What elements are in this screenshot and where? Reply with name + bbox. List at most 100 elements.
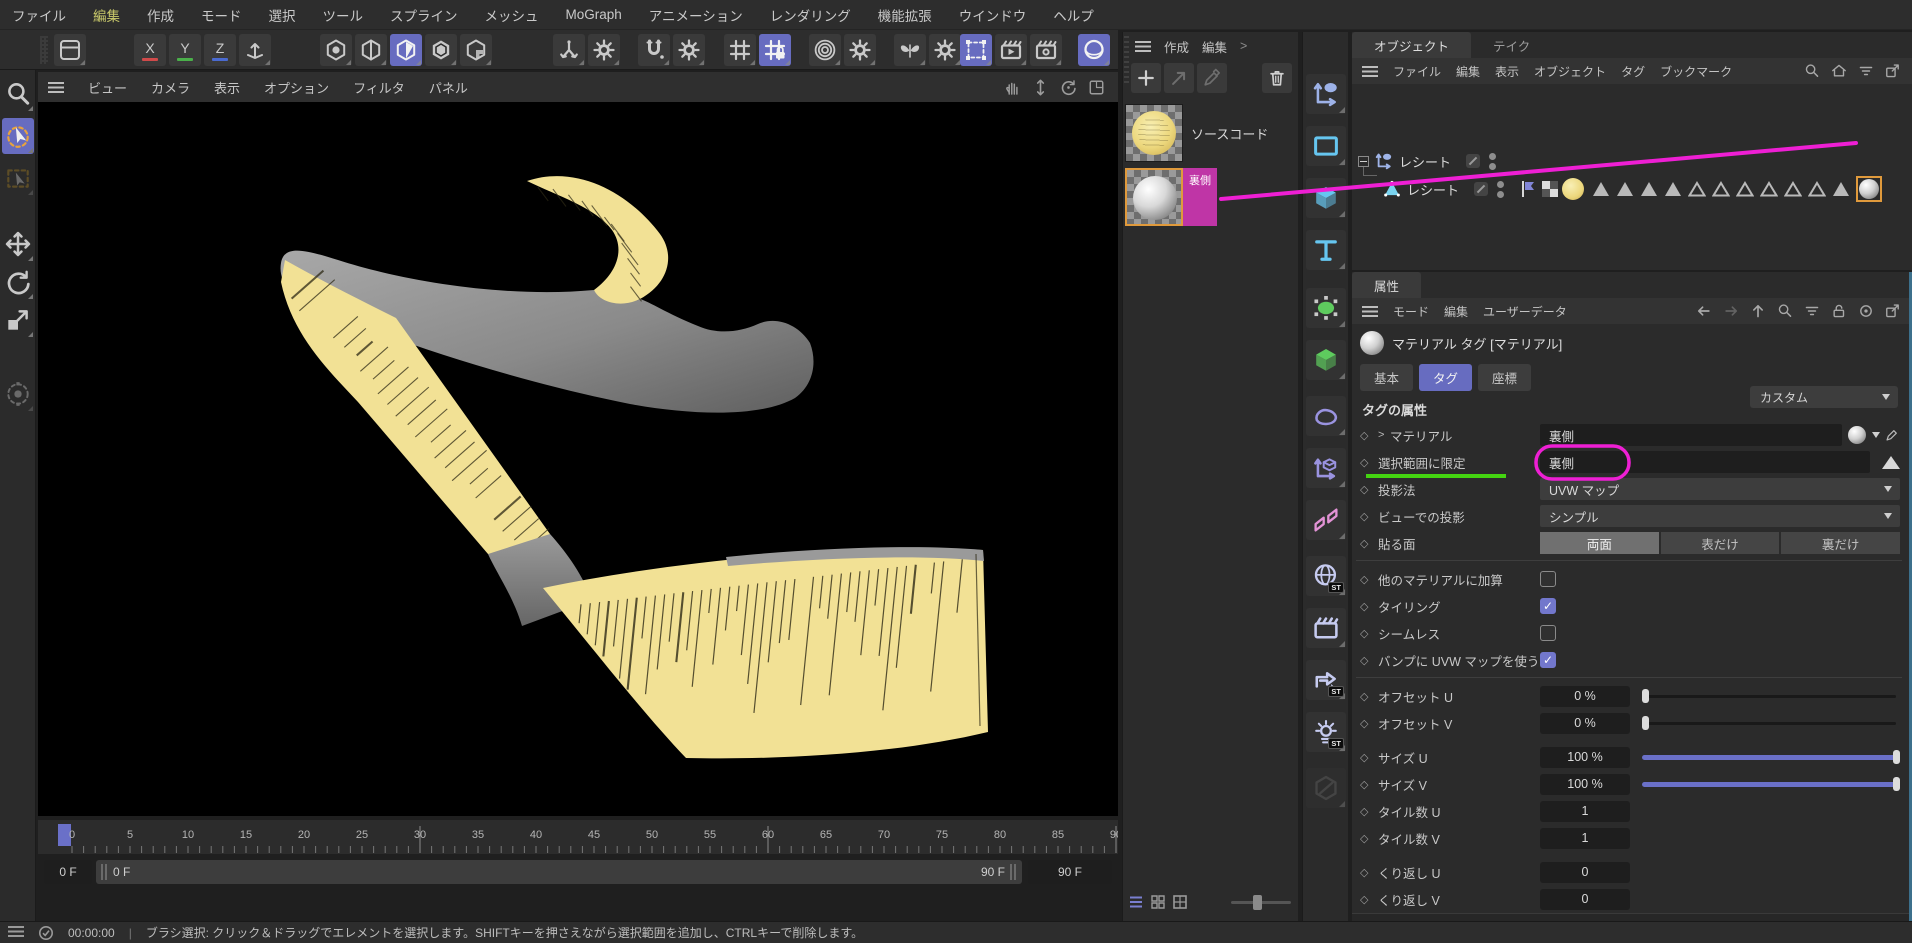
history-forward-icon[interactable] xyxy=(1722,302,1740,320)
keyframe-diamond[interactable]: ◇ xyxy=(1360,717,1378,730)
visibility-dots[interactable] xyxy=(1497,181,1504,198)
selection-tag-filled[interactable] xyxy=(1664,181,1682,197)
volume-icon[interactable] xyxy=(1306,396,1346,436)
vp-menu-オプション[interactable]: オプション xyxy=(264,78,329,97)
modeling-axis-icon[interactable] xyxy=(553,34,585,66)
number-field-repeat-u[interactable]: 0 xyxy=(1540,862,1630,883)
filter-icon[interactable] xyxy=(1803,302,1821,320)
rotate-tool[interactable] xyxy=(2,264,34,300)
clapboard-icon[interactable] xyxy=(1306,608,1346,648)
pick-arrow-icon[interactable] xyxy=(1884,427,1900,443)
attr-tab-座標[interactable]: 座標 xyxy=(1478,364,1531,391)
menu-選択[interactable]: 選択 xyxy=(269,5,296,25)
keyframe-diamond[interactable]: ◇ xyxy=(1360,537,1378,550)
panel-grip[interactable] xyxy=(1124,36,1129,86)
model-mode-icon[interactable] xyxy=(425,34,457,66)
object-row[interactable]: レシート xyxy=(1358,148,1496,174)
tab-テイク[interactable]: テイク xyxy=(1471,32,1552,58)
option-両面[interactable]: 両面 xyxy=(1540,532,1659,554)
search-icon[interactable] xyxy=(1776,302,1794,320)
keyframe-diamond[interactable]: ◇ xyxy=(1360,600,1378,613)
material-name[interactable]: ソースコード xyxy=(1191,124,1268,143)
workplane-cube-icon[interactable] xyxy=(1306,448,1346,488)
viewport-menu-icon[interactable] xyxy=(48,82,64,93)
popout-icon[interactable] xyxy=(1884,62,1902,80)
rectangle-selection-tool[interactable] xyxy=(2,160,34,196)
om-menu-オブジェクト[interactable]: オブジェクト xyxy=(1534,63,1606,80)
uvw-tag-icon[interactable] xyxy=(1542,181,1558,197)
orbit-icon[interactable] xyxy=(1059,78,1078,97)
timeline-range-bar[interactable]: 0 F 90 F xyxy=(96,860,1022,884)
timeline-end-field[interactable]: 90 F xyxy=(1028,860,1112,884)
number-field-offset-v[interactable]: 0 % xyxy=(1540,713,1630,734)
attr-menu-ユーザーデータ[interactable]: ユーザーデータ xyxy=(1483,303,1567,320)
axis-settings-icon[interactable] xyxy=(588,34,620,66)
material-menu-icon[interactable] xyxy=(1135,41,1151,52)
workplane-lock-icon[interactable] xyxy=(759,34,791,66)
tab-オブジェクト[interactable]: オブジェクト xyxy=(1352,32,1471,58)
vp-menu-ビュー[interactable]: ビュー xyxy=(88,78,127,97)
material-thumbnail[interactable] xyxy=(1125,104,1183,162)
number-field-offset-u[interactable]: 0 % xyxy=(1540,686,1630,707)
selection-tag-filled[interactable] xyxy=(1640,181,1658,197)
option-裏だけ[interactable]: 裏だけ xyxy=(1781,532,1900,554)
viewport[interactable] xyxy=(38,102,1118,816)
option-表だけ[interactable]: 表だけ xyxy=(1661,532,1780,554)
light-icon[interactable]: ST xyxy=(1306,712,1346,752)
disabled-tool-icon[interactable] xyxy=(1306,768,1346,808)
keyframe-diamond[interactable]: ◇ xyxy=(1360,654,1378,667)
axis-gizmo-icon[interactable] xyxy=(239,34,271,66)
expand-toggle[interactable] xyxy=(1358,156,1369,167)
menu-アニメーション[interactable]: アニメーション xyxy=(649,5,743,25)
number-field-repeat-v[interactable]: 0 xyxy=(1540,889,1630,910)
menu-MoGraph[interactable]: MoGraph xyxy=(566,7,622,22)
edge-mode-icon[interactable] xyxy=(355,34,387,66)
attr-menu-icon[interactable] xyxy=(1362,306,1378,317)
assign-material-button[interactable] xyxy=(1164,63,1194,93)
om-menu-icon[interactable] xyxy=(1362,66,1378,77)
texture-mode-icon[interactable] xyxy=(460,34,492,66)
preset-dropdown[interactable]: カスタム xyxy=(1750,386,1898,408)
material-tag-selected[interactable] xyxy=(1856,176,1882,202)
keyframe-diamond[interactable]: ◇ xyxy=(1360,751,1378,764)
menu-ツール[interactable]: ツール xyxy=(323,5,364,25)
om-menu-タグ[interactable]: タグ xyxy=(1621,63,1645,80)
dropdown-projection[interactable]: UVW マップ xyxy=(1540,478,1900,500)
render-settings-icon[interactable] xyxy=(1030,34,1062,66)
text-field[interactable]: 裏側 xyxy=(1540,451,1870,473)
popout-icon[interactable] xyxy=(1884,302,1902,320)
mat-menu-作成[interactable]: 作成 xyxy=(1164,37,1189,56)
focus-icon[interactable] xyxy=(1857,302,1875,320)
attr-menu-モード[interactable]: モード xyxy=(1393,303,1429,320)
spline-tools-icon[interactable] xyxy=(1306,74,1346,114)
pan-v-icon[interactable] xyxy=(1031,78,1050,97)
material-item[interactable]: 裏側 xyxy=(1125,168,1217,226)
keyframe-diamond[interactable]: ◇ xyxy=(1360,893,1378,906)
selection-tag-hollow[interactable] xyxy=(1760,181,1778,197)
range-grip-right[interactable] xyxy=(1010,864,1017,880)
number-field-tiles-u[interactable]: 1 xyxy=(1540,801,1630,822)
menu-レンダリング[interactable]: レンダリング xyxy=(770,5,851,25)
filter-icon[interactable] xyxy=(1857,62,1875,80)
om-menu-表示[interactable]: 表示 xyxy=(1495,63,1519,80)
keyframe-diamond[interactable]: ◇ xyxy=(1360,778,1378,791)
slider-offset-u[interactable] xyxy=(1642,689,1900,703)
om-menu-ファイル[interactable]: ファイル xyxy=(1393,63,1441,80)
visibility-dots[interactable] xyxy=(1489,153,1496,170)
snap-settings-icon[interactable] xyxy=(673,34,705,66)
mat-menu-編集[interactable]: 編集 xyxy=(1202,37,1227,56)
keyframe-diamond[interactable]: ◇ xyxy=(1360,483,1378,496)
om-menu-ブックマーク[interactable]: ブックマーク xyxy=(1660,63,1732,80)
selection-tag-hollow[interactable] xyxy=(1712,181,1730,197)
spline-primitive-icon[interactable] xyxy=(1306,126,1346,166)
selection-tag-hollow[interactable] xyxy=(1808,181,1826,197)
material-item[interactable]: ソースコード xyxy=(1125,104,1268,162)
keyframe-diamond[interactable]: ◇ xyxy=(1360,866,1378,879)
checkbox-seamless[interactable] xyxy=(1540,625,1556,641)
keyframe-diamond[interactable]: ◇ xyxy=(1360,627,1378,640)
menu-スプライン[interactable]: スプライン xyxy=(390,5,458,25)
vp-menu-カメラ[interactable]: カメラ xyxy=(151,78,190,97)
small-grid-view-icon[interactable] xyxy=(1149,893,1167,911)
delete-material-button[interactable] xyxy=(1262,63,1292,93)
number-field-tiles-v[interactable]: 1 xyxy=(1540,828,1630,849)
